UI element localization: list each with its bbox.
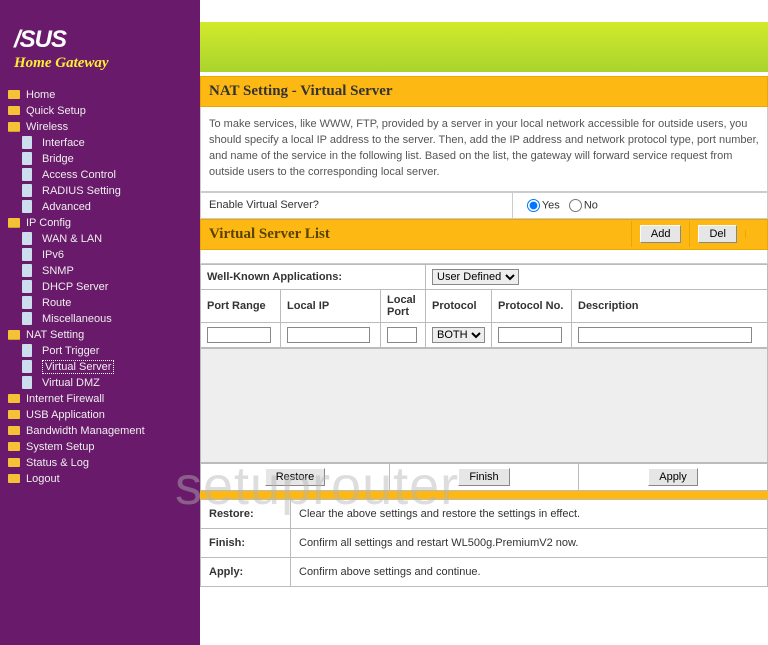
nav-menu: Home Quick Setup Wireless Interface Brid…: [0, 83, 200, 487]
entries-list: [200, 348, 768, 463]
logo-area: /SUS Home Gateway: [0, 22, 200, 83]
col-local-ip: Local IP: [281, 289, 381, 322]
nav-bandwidth-management[interactable]: Bandwidth Management: [8, 423, 200, 439]
nav-wireless-bridge[interactable]: Bridge: [8, 151, 200, 167]
enable-label: Enable Virtual Server?: [209, 199, 319, 211]
protocol-no-input[interactable]: [498, 327, 562, 343]
nav-logout[interactable]: Logout: [8, 471, 200, 487]
nav-internet-firewall[interactable]: Internet Firewall: [8, 391, 200, 407]
input-row: BOTH: [201, 322, 768, 347]
nav-nat-virtual-dmz[interactable]: Virtual DMZ: [8, 375, 200, 391]
nav-usb-application[interactable]: USB Application: [8, 407, 200, 423]
content-area: NAT Setting - Virtual Server To make ser…: [200, 0, 768, 645]
description-input[interactable]: [578, 327, 752, 343]
nav-ip-snmp[interactable]: SNMP: [8, 263, 200, 279]
nav-nat-virtual-server[interactable]: Virtual Server: [8, 359, 200, 375]
action-row: Restore Finish Apply: [200, 463, 768, 491]
page-title: NAT Setting - Virtual Server: [200, 76, 768, 107]
restore-text: Clear the above settings and restore the…: [291, 499, 768, 528]
page-description: To make services, like WWW, FTP, provide…: [200, 107, 768, 192]
apply-key: Apply:: [201, 557, 291, 586]
wellknown-select[interactable]: User Defined: [432, 269, 519, 285]
enable-no-label: No: [584, 199, 598, 211]
nav-ip-ipv6[interactable]: IPv6: [8, 247, 200, 263]
finish-text: Confirm all settings and restart WL500g.…: [291, 528, 768, 557]
nav-home[interactable]: Home: [8, 87, 200, 103]
col-description: Description: [572, 289, 768, 322]
local-ip-input[interactable]: [287, 327, 370, 343]
finish-button[interactable]: Finish: [458, 468, 509, 486]
col-port-range: Port Range: [201, 289, 281, 322]
brand-logo: /SUS: [14, 28, 200, 52]
divider-strip: [200, 491, 768, 499]
wellknown-label: Well-Known Applications:: [207, 271, 342, 283]
col-protocol: Protocol: [426, 289, 492, 322]
restore-button[interactable]: Restore: [265, 468, 326, 486]
add-button[interactable]: Add: [640, 225, 682, 243]
nav-ip-misc[interactable]: Miscellaneous: [8, 311, 200, 327]
finish-key: Finish:: [201, 528, 291, 557]
nav-status-log[interactable]: Status & Log: [8, 455, 200, 471]
local-port-input[interactable]: [387, 327, 417, 343]
nav-wireless-advanced[interactable]: Advanced: [8, 199, 200, 215]
nav-ip-config[interactable]: IP Config: [8, 215, 200, 231]
col-protocol-no: Protocol No.: [492, 289, 572, 322]
enable-no-radio[interactable]: [569, 199, 582, 212]
nav-nat-port-trigger[interactable]: Port Trigger: [8, 343, 200, 359]
sidebar: /SUS Home Gateway Home Quick Setup Wirel…: [0, 0, 200, 645]
enable-yes-label: Yes: [542, 199, 560, 211]
nav-wireless-radius[interactable]: RADIUS Setting: [8, 183, 200, 199]
apply-text: Confirm above settings and continue.: [291, 557, 768, 586]
header-strip: [200, 22, 768, 72]
nav-quick-setup[interactable]: Quick Setup: [8, 103, 200, 119]
nav-nat-setting[interactable]: NAT Setting: [8, 327, 200, 343]
nav-ip-dhcp[interactable]: DHCP Server: [8, 279, 200, 295]
protocol-select[interactable]: BOTH: [432, 327, 485, 343]
nav-wireless-interface[interactable]: Interface: [8, 135, 200, 151]
restore-key: Restore:: [201, 499, 291, 528]
apply-button[interactable]: Apply: [648, 468, 698, 486]
enable-yes-radio[interactable]: [527, 199, 540, 212]
nav-system-setup[interactable]: System Setup: [8, 439, 200, 455]
del-button[interactable]: Del: [698, 225, 737, 243]
port-range-input[interactable]: [207, 327, 271, 343]
brand-subtitle: Home Gateway: [14, 56, 200, 71]
nav-ip-wan-lan[interactable]: WAN & LAN: [8, 231, 200, 247]
list-title: Virtual Server List: [201, 220, 631, 249]
nav-wireless-access-control[interactable]: Access Control: [8, 167, 200, 183]
nav-wireless[interactable]: Wireless: [8, 119, 200, 135]
list-header: Virtual Server List Add Del: [200, 219, 768, 250]
nav-ip-route[interactable]: Route: [8, 295, 200, 311]
col-local-port: Local Port: [381, 289, 426, 322]
